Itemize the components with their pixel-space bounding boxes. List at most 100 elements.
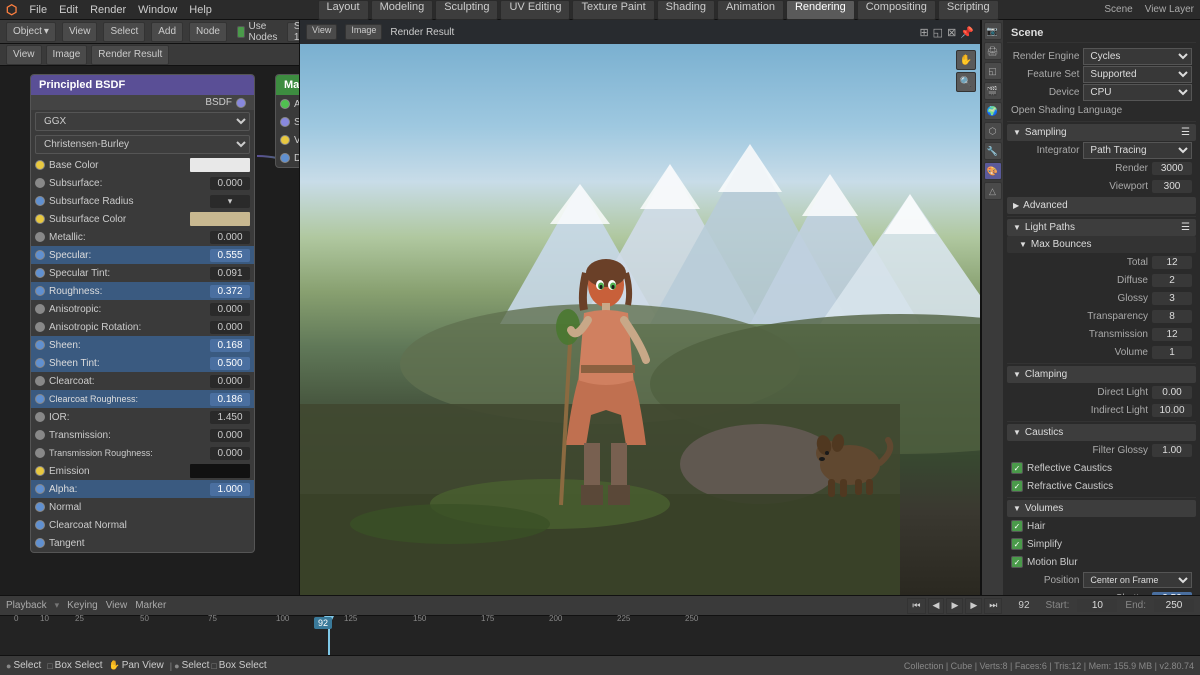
integrator-dropdown[interactable]: Path Tracing — [1083, 142, 1192, 159]
light-paths-section-header[interactable]: ▼ Light Paths ☰ — [1007, 219, 1196, 236]
output-props-icon[interactable]: 🖨 — [984, 42, 1002, 60]
tab-uv-editing[interactable]: UV Editing — [500, 0, 570, 20]
tab-compositing[interactable]: Compositing — [857, 0, 936, 20]
viewport-icon-1[interactable]: ⊞ — [919, 26, 928, 39]
tab-shading[interactable]: Shading — [657, 0, 715, 20]
sheen-row[interactable]: Sheen: 0.168 — [31, 336, 254, 354]
view-btn[interactable]: View — [62, 22, 98, 42]
principled-bsdf-node[interactable]: Principled BSDF BSDF GGX Christensen-Bur… — [30, 74, 255, 553]
play-btn[interactable]: ▶ — [946, 598, 963, 614]
prev-frame-btn[interactable]: ◀ — [928, 598, 945, 614]
roughness-row[interactable]: Roughness: 0.372 — [31, 282, 254, 300]
advanced-section-header[interactable]: ▶ Advanced — [1007, 197, 1196, 214]
render-engine-dropdown[interactable]: Cycles — [1083, 48, 1192, 65]
subsurface-color-swatch[interactable] — [190, 212, 250, 226]
viewport[interactable]: View Image Render Result ⊞ ◱ ⊠ 📌 — [300, 20, 980, 595]
output-all-row[interactable]: All — [276, 95, 299, 113]
view-timeline-label[interactable]: View — [106, 600, 128, 611]
sheen-tint-row[interactable]: Sheen Tint: 0.500 — [31, 354, 254, 372]
marker-label[interactable]: Marker — [135, 600, 166, 611]
view-layer-props-icon[interactable]: ◱ — [984, 62, 1002, 80]
scene-props-icon[interactable]: 🎬 — [984, 82, 1002, 100]
add-btn[interactable]: Add — [151, 22, 183, 42]
ior-row[interactable]: IOR: 1.450 — [31, 408, 254, 426]
light-paths-menu-icon[interactable]: ☰ — [1181, 222, 1190, 233]
next-frame-btn[interactable]: ▶ — [965, 598, 982, 614]
jump-end-btn[interactable]: ⏭ — [984, 598, 1002, 614]
metallic-row[interactable]: Metallic: 0.000 — [31, 228, 254, 246]
pan-view-btn[interactable]: Pan View — [122, 660, 164, 671]
caustics-section-header[interactable]: ▼ Caustics — [1007, 424, 1196, 441]
tab-modeling[interactable]: Modeling — [371, 0, 434, 20]
use-nodes-checkbox[interactable] — [237, 26, 246, 38]
menu-window[interactable]: Window — [138, 4, 177, 16]
tab-scripting[interactable]: Scripting — [938, 0, 999, 20]
hair-checkbox[interactable]: ✓ — [1011, 520, 1023, 532]
alpha-row[interactable]: Alpha: 1.000 — [31, 480, 254, 498]
slot-dropdown[interactable]: Slot 1▾ — [287, 22, 300, 42]
anisotropic-row[interactable]: Anisotropic: 0.000 — [31, 300, 254, 318]
viewport-image-btn[interactable]: Image — [345, 24, 382, 40]
refractive-caustics-checkbox[interactable]: ✓ — [1011, 480, 1023, 492]
subsurface-method-dropdown[interactable]: Christensen-Burley — [35, 135, 250, 154]
clamping-section-header[interactable]: ▼ Clamping — [1007, 366, 1196, 383]
feature-set-dropdown[interactable]: Supported — [1083, 66, 1192, 83]
node-btn[interactable]: Node — [189, 22, 227, 42]
tab-texture-paint[interactable]: Texture Paint — [572, 0, 654, 20]
select-btn-status2[interactable]: Select — [182, 660, 210, 671]
nodes-canvas[interactable]: Principled BSDF BSDF GGX Christensen-Bur… — [0, 66, 299, 595]
view2-btn[interactable]: View — [6, 45, 42, 65]
emission-swatch[interactable] — [190, 464, 250, 478]
menu-render[interactable]: Render — [90, 4, 126, 16]
material-props-icon[interactable]: 🎨 — [984, 162, 1002, 180]
reflective-caustics-checkbox[interactable]: ✓ — [1011, 462, 1023, 474]
max-bounces-header[interactable]: ▼ Max Bounces — [1007, 236, 1196, 253]
distribution-dropdown[interactable]: GGX — [35, 112, 250, 131]
menu-file[interactable]: File — [29, 4, 47, 16]
playback-label[interactable]: Playback — [6, 600, 47, 611]
render-props-icon[interactable]: 📷 — [984, 22, 1002, 40]
keying-label[interactable]: Keying — [67, 600, 98, 611]
output-volume-row[interactable]: Volume — [276, 131, 299, 149]
zoom-tool[interactable]: 🔍 — [956, 72, 976, 92]
position-dropdown[interactable]: Center on Frame — [1083, 572, 1192, 588]
specular-tint-row[interactable]: Specular Tint: 0.091 — [31, 264, 254, 282]
clearcoat-normal-row[interactable]: Clearcoat Normal — [31, 516, 254, 534]
clearcoat-roughness-row[interactable]: Clearcoat Roughness: 0.186 — [31, 390, 254, 408]
timeline-main[interactable]: 0 10 25 50 75 100 125 150 175 200 225 25… — [0, 616, 1200, 655]
subsurface-radius-row[interactable]: Subsurface Radius ▾ — [31, 192, 254, 210]
box-select-btn2[interactable]: Box Select — [219, 660, 267, 671]
emission-row[interactable]: Emission — [31, 462, 254, 480]
tab-layout[interactable]: Layout — [318, 0, 369, 20]
image-btn[interactable]: Image — [46, 45, 88, 65]
hand-tool[interactable]: ✋ — [956, 50, 976, 70]
object-mode-btn[interactable]: Object▾ — [6, 22, 56, 42]
viewport-icon-pin[interactable]: 📌 — [960, 26, 974, 39]
clearcoat-row[interactable]: Clearcoat: 0.000 — [31, 372, 254, 390]
subsurface-row[interactable]: Subsurface: 0.000 — [31, 174, 254, 192]
open-shading-row[interactable]: Open Shading Language — [1007, 101, 1196, 119]
transmission-row[interactable]: Transmission: 0.000 — [31, 426, 254, 444]
base-color-swatch[interactable] — [190, 158, 250, 172]
anisotropic-rotation-row[interactable]: Anisotropic Rotation: 0.000 — [31, 318, 254, 336]
normal-row[interactable]: Normal — [31, 498, 254, 516]
viewport-icon-2[interactable]: ◱ — [933, 26, 943, 39]
render-result-btn[interactable]: Render Result — [91, 45, 169, 65]
select-btn[interactable]: Select — [103, 22, 145, 42]
menu-edit[interactable]: Edit — [59, 4, 78, 16]
sampling-menu-icon[interactable]: ☰ — [1181, 127, 1190, 138]
tab-animation[interactable]: Animation — [717, 0, 784, 20]
base-color-row[interactable]: Base Color — [31, 156, 254, 174]
tab-sculpting[interactable]: Sculpting — [435, 0, 498, 20]
tab-rendering[interactable]: Rendering — [786, 0, 855, 20]
specular-row[interactable]: Specular: 0.555 — [31, 246, 254, 264]
subsurface-color-row[interactable]: Subsurface Color — [31, 210, 254, 228]
volumes-section-header[interactable]: ▼ Volumes — [1007, 500, 1196, 517]
viewport-view-btn[interactable]: View — [306, 24, 337, 40]
output-displacement-row[interactable]: Displacement — [276, 149, 299, 167]
tangent-row[interactable]: Tangent — [31, 534, 254, 552]
simplify-checkbox[interactable]: ✓ — [1011, 538, 1023, 550]
menu-help[interactable]: Help — [189, 4, 212, 16]
box-select-btn[interactable]: Box Select — [55, 660, 103, 671]
sampling-section-header[interactable]: ▼ Sampling ☰ — [1007, 124, 1196, 141]
